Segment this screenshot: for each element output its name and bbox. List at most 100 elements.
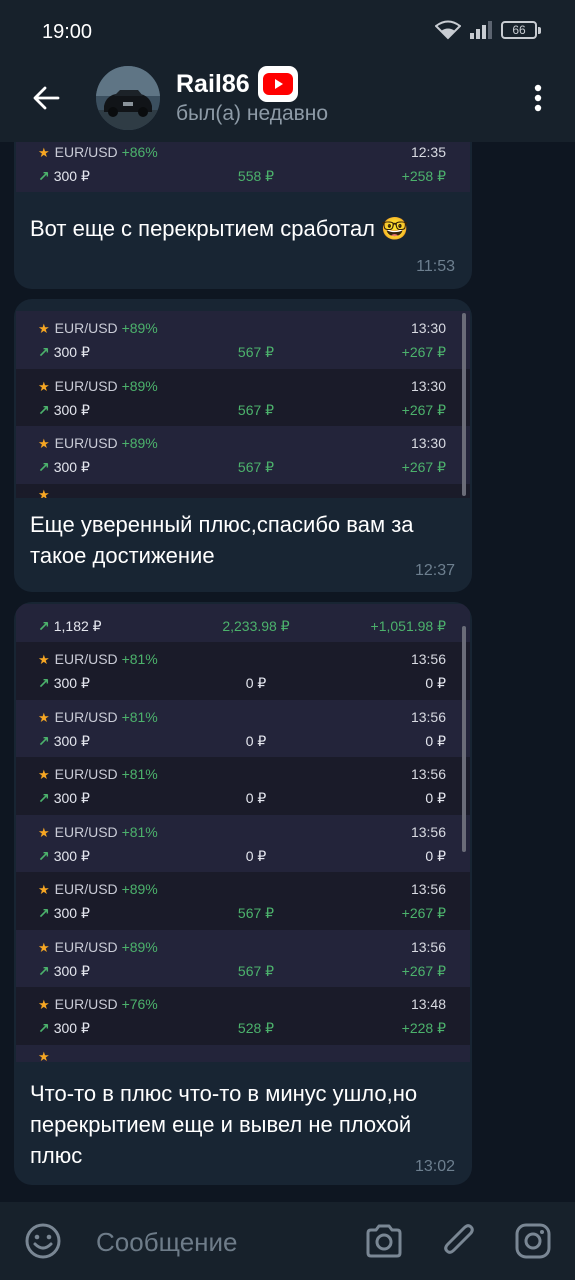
emoji-icon bbox=[25, 1223, 61, 1259]
message-input-bar bbox=[0, 1202, 575, 1280]
message-text: Вот еще с перекрытием сработал 🤓 bbox=[30, 216, 409, 241]
trade-pair: ★ EUR/USD +89% bbox=[38, 320, 158, 336]
screenshot-image[interactable]: ★ EUR/USD +86% 12:35 ↗ 300 ₽ 558 ₽ +258 ₽ bbox=[16, 142, 470, 192]
trade-profit: +267 ₽ bbox=[401, 962, 446, 979]
contact-name-row[interactable]: Rail86 bbox=[176, 66, 298, 102]
trade-pair: ★ EUR/USD +81% bbox=[38, 708, 158, 725]
message-input[interactable] bbox=[96, 1220, 346, 1264]
message-time: 13:02 bbox=[414, 1158, 455, 1175]
trade-time: 13:56 bbox=[410, 823, 446, 840]
message-bubble[interactable]: ★ EUR/USD +89% 13:30 ↗ 300 ₽ 567 ₽ +267 ₽ … bbox=[14, 299, 472, 592]
star-icon: ★ bbox=[38, 824, 50, 840]
trade-pair: ★ EUR/USD +76% bbox=[38, 996, 158, 1012]
trade-payout: 0 ₽ bbox=[245, 847, 267, 864]
trade-pair: ★ EUR/USD +86% bbox=[38, 144, 158, 160]
trade-row: ★ EUR/USD +81% 13:56 ↗ 300 ₽ 0 ₽ 0 ₽ bbox=[16, 642, 470, 700]
trade-time: 13:30 bbox=[410, 377, 446, 394]
trade-pair: ★ EUR/USD +89% bbox=[38, 377, 158, 394]
star-icon: ★ bbox=[38, 1048, 50, 1063]
trade-profit: 0 ₽ bbox=[425, 790, 446, 806]
trend-up-icon: ↗ bbox=[38, 732, 50, 749]
avatar[interactable] bbox=[96, 66, 160, 130]
trade-pair: ★ EUR/USD +89% bbox=[38, 881, 158, 897]
trade-profit: +267 ₽ bbox=[401, 401, 446, 418]
trade-time: 13:56 bbox=[410, 651, 446, 667]
trade-time: 13:30 bbox=[410, 320, 446, 336]
attach-button[interactable] bbox=[440, 1222, 478, 1267]
trend-up-icon: ↗ bbox=[38, 847, 50, 864]
star-icon: ★ bbox=[38, 378, 50, 394]
trade-profit: +1,051.98 ₽ bbox=[370, 618, 446, 634]
trend-up-icon: ↗ bbox=[38, 618, 50, 634]
star-icon: ★ bbox=[38, 436, 50, 451]
trade-time: 12:35 bbox=[410, 144, 446, 160]
trade-row: ★ EUR/USD +81% 13:56 ↗ 300 ₽ 0 ₽ 0 ₽ bbox=[16, 757, 470, 815]
trade-time: 13:48 bbox=[410, 996, 446, 1012]
message-text: Еще уверенный плюс,спасибо вам за такое … bbox=[30, 512, 414, 568]
trade-amount: ↗ 300 ₽ bbox=[38, 344, 90, 360]
trade-payout: 567 ₽ bbox=[237, 459, 275, 475]
trade-row: ★ EUR/USD +89% 13:30 ↗ 300 ₽ 567 ₽ +267 ₽ bbox=[16, 369, 470, 427]
trend-up-icon: ↗ bbox=[38, 401, 50, 418]
message-bubble[interactable]: ★ EUR/USD +86% 12:35 ↗ 300 ₽ 558 ₽ +258 ₽ … bbox=[14, 142, 472, 289]
trade-payout: 0 ₽ bbox=[245, 790, 267, 806]
trade-profit: 0 ₽ bbox=[425, 675, 446, 691]
emoji-button[interactable] bbox=[24, 1222, 62, 1265]
trade-payout: 0 ₽ bbox=[245, 732, 267, 749]
screenshot-scrollbar bbox=[462, 626, 466, 852]
chat-header: Rail86 был(а) недавно bbox=[0, 56, 575, 142]
trade-row: ★ EUR/USD +89% 13:30 ↗ 300 ₽ 567 ₽ +267 ₽ bbox=[16, 311, 470, 369]
trade-amount: ↗ 300 ₽ bbox=[38, 459, 90, 475]
message-bubble[interactable]: ↗ 1,182 ₽ 2,233.98 ₽ +1,051.98 ₽ ★ EUR/USD… bbox=[14, 602, 472, 1185]
trend-up-icon: ↗ bbox=[38, 962, 50, 979]
trade-amount: ↗ 300 ₽ bbox=[38, 168, 90, 184]
star-icon: ★ bbox=[38, 145, 50, 160]
star-icon: ★ bbox=[38, 767, 50, 782]
trade-amount: ↗ 300 ₽ bbox=[38, 905, 90, 921]
trade-row-partial: ★ bbox=[16, 484, 470, 499]
trade-amount: ↗ 300 ₽ bbox=[38, 1020, 90, 1036]
contact-status: был(а) недавно bbox=[176, 102, 329, 125]
message-time: 11:53 bbox=[416, 258, 455, 275]
message-time: 12:37 bbox=[414, 562, 455, 579]
trade-time: 13:56 bbox=[410, 766, 446, 782]
camera-icon bbox=[366, 1224, 402, 1258]
star-icon: ★ bbox=[38, 321, 50, 336]
trade-time: 13:56 bbox=[410, 708, 446, 725]
message-text: Что-то в плюс что-то в минус ушло,но пер… bbox=[30, 1081, 418, 1168]
trade-row: ★ EUR/USD +86% 12:35 ↗ 300 ₽ 558 ₽ +258 ₽ bbox=[16, 142, 470, 192]
star-icon: ★ bbox=[38, 486, 50, 499]
signal-icon bbox=[470, 21, 492, 39]
trade-payout: 528 ₽ bbox=[237, 1020, 275, 1036]
trade-payout: 567 ₽ bbox=[237, 962, 275, 979]
trade-payout: 567 ₽ bbox=[237, 401, 275, 418]
star-icon: ★ bbox=[38, 652, 50, 667]
message-list[interactable]: ★ EUR/USD +86% 12:35 ↗ 300 ₽ 558 ₽ +258 ₽ … bbox=[0, 142, 575, 1202]
camera-button[interactable] bbox=[364, 1222, 404, 1265]
trend-up-icon: ↗ bbox=[38, 1020, 50, 1036]
trade-row: ★ EUR/USD +89% 13:30 ↗ 300 ₽ 567 ₽ +267 ₽ bbox=[16, 426, 470, 484]
battery-icon: 66 bbox=[501, 21, 541, 39]
trade-amount: ↗ 300 ₽ bbox=[38, 732, 90, 749]
trade-profit: +267 ₽ bbox=[401, 344, 446, 360]
star-icon: ★ bbox=[38, 882, 50, 897]
trade-profit: +228 ₽ bbox=[401, 1020, 446, 1036]
trade-row: ★ EUR/USD +81% 13:56 ↗ 300 ₽ 0 ₽ 0 ₽ bbox=[16, 699, 470, 757]
trade-row: ★ EUR/USD +89% 13:56 ↗ 300 ₽ 567 ₽ +267 ₽ bbox=[16, 872, 470, 930]
contact-name: Rail86 bbox=[176, 69, 250, 98]
back-button[interactable] bbox=[24, 76, 68, 120]
trade-pair: ★ EUR/USD +81% bbox=[38, 823, 158, 840]
car-photo bbox=[96, 66, 160, 130]
more-button[interactable] bbox=[525, 76, 551, 120]
trade-profit: 0 ₽ bbox=[425, 732, 446, 749]
trade-amount: ↗ 300 ₽ bbox=[38, 962, 90, 979]
screenshot-image[interactable]: ★ EUR/USD +89% 13:30 ↗ 300 ₽ 567 ₽ +267 ₽ … bbox=[16, 311, 470, 498]
paperclip-icon bbox=[444, 1224, 474, 1254]
trade-pair: ★ EUR/USD +89% bbox=[38, 435, 158, 451]
screenshot-image[interactable]: ↗ 1,182 ₽ 2,233.98 ₽ +1,051.98 ₽ ★ EUR/USD… bbox=[16, 604, 470, 1062]
screenshot-scrollbar bbox=[462, 313, 466, 496]
trade-row-partial: ★ bbox=[16, 1044, 470, 1063]
instagram-button[interactable] bbox=[514, 1222, 552, 1265]
trade-profit: +267 ₽ bbox=[401, 459, 446, 475]
trend-up-icon: ↗ bbox=[38, 675, 50, 691]
